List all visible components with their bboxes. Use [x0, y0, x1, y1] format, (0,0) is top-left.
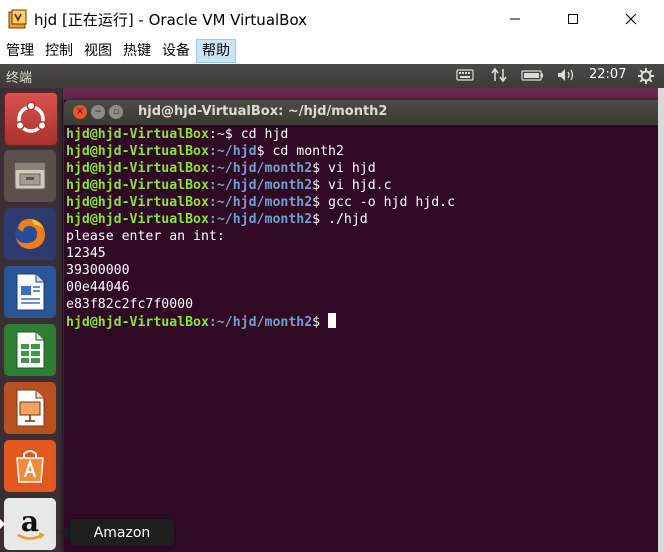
panel-app-title: 终端: [6, 71, 33, 86]
firefox-icon[interactable]: [4, 208, 56, 260]
libreoffice-calc-icon[interactable]: [4, 324, 56, 376]
files-icon[interactable]: [4, 150, 56, 202]
terminal-line: hjd@hjd-VirtualBox:~/hjd/month2$ gcc -o …: [66, 194, 660, 211]
prompt-path: :~/hjd: [208, 144, 257, 159]
prompt-path: :~/hjd/month2: [208, 212, 313, 227]
terminal-line: hjd@hjd-VirtualBox:~/hjd/month2$ vi hjd.…: [66, 177, 660, 194]
terminal-line: hjd@hjd-VirtualBox:~/hjd/month2$ vi hjd: [66, 160, 660, 177]
volume-icon[interactable]: [556, 67, 578, 85]
command-text: $ vi hjd.c: [312, 178, 392, 193]
prompt-user: hjd@hjd-VirtualBox: [66, 161, 209, 176]
svg-text:a: a: [21, 505, 39, 538]
minimize-icon: [510, 18, 520, 20]
libreoffice-impress-icon[interactable]: [4, 382, 56, 434]
ubuntu-top-panel: 终端 22:07: [0, 64, 664, 88]
prompt-user: hjd@hjd-VirtualBox: [66, 195, 209, 210]
command-text: $ ./hjd: [312, 212, 368, 227]
terminal-line: hjd@hjd-VirtualBox:~/hjd/month2$ ./hjd: [66, 211, 660, 228]
menu-hotkey[interactable]: 热键: [118, 39, 156, 63]
prompt-user: hjd@hjd-VirtualBox: [66, 127, 209, 142]
terminal-title: hjd@hjd-VirtualBox: ~/hjd/month2: [138, 104, 388, 119]
unity-launcher: a: [0, 88, 63, 552]
clock[interactable]: 22:07: [589, 67, 626, 85]
output-line: 39300000: [66, 263, 130, 278]
output-line: please enter an int:: [66, 229, 225, 244]
close-button[interactable]: [608, 0, 654, 38]
window-edge: [658, 88, 664, 552]
terminal-minimize-button[interactable]: −: [91, 105, 105, 119]
maximize-icon: ▫: [112, 106, 120, 117]
command-text: $ cd hjd: [224, 127, 289, 142]
ubuntu-dash-icon[interactable]: [4, 92, 58, 146]
menu-devices[interactable]: 设备: [157, 39, 195, 63]
output-line: 00e44046: [66, 280, 130, 295]
terminal-window[interactable]: ✕ − ▫ hjd@hjd-VirtualBox: ~/hjd/month2 h…: [64, 100, 662, 552]
output-line: 12345: [66, 246, 106, 261]
terminal-line: hjd@hjd-VirtualBox:~/hjd/month2$: [66, 313, 660, 330]
minimize-button[interactable]: [492, 0, 538, 38]
terminal-close-button[interactable]: ✕: [73, 105, 87, 119]
command-text: $ gcc -o hjd hjd.c: [312, 195, 456, 210]
prompt-path: :~/hjd/month2: [208, 195, 313, 210]
prompt-colon: :~: [208, 127, 225, 142]
window-title: hjd [正在运行] - Oracle VM VirtualBox: [34, 11, 308, 29]
libreoffice-writer-icon[interactable]: [4, 266, 56, 318]
prompt-user: hjd@hjd-VirtualBox: [66, 315, 209, 330]
tooltip-arrow: [60, 526, 70, 540]
prompt-user: hjd@hjd-VirtualBox: [66, 178, 209, 193]
close-icon: ✕: [76, 106, 84, 117]
minimize-icon: −: [94, 106, 102, 117]
terminal-line: hjd@hjd-VirtualBox:~/hjd$ cd month2: [66, 143, 660, 160]
prompt-path: :~/hjd/month2: [208, 161, 313, 176]
menu-manage[interactable]: 管理: [1, 39, 39, 63]
terminal-title-bar[interactable]: ✕ − ▫ hjd@hjd-VirtualBox: ~/hjd/month2: [64, 100, 662, 125]
maximize-icon: [568, 14, 578, 24]
menu-bar: 管理 控制 视图 热键 设备 帮助: [0, 38, 664, 64]
terminal-content[interactable]: hjd@hjd-VirtualBox:~$ cd hjd hjd@hjd-Vir…: [66, 126, 660, 330]
terminal-maximize-button[interactable]: ▫: [109, 105, 123, 119]
command-text: $: [312, 315, 329, 330]
close-icon: [625, 13, 637, 25]
gear-icon[interactable]: [637, 67, 655, 85]
terminal-line: hjd@hjd-VirtualBox:~$ cd hjd: [66, 126, 660, 143]
ubuntu-software-icon[interactable]: [4, 440, 56, 492]
prompt-path: :~/hjd/month2: [208, 178, 313, 193]
text-cursor: [328, 313, 337, 328]
prompt-user: hjd@hjd-VirtualBox: [66, 212, 209, 227]
output-line: e83f82c2fc7f0000: [66, 297, 194, 312]
prompt-path: :~/hjd/month2: [208, 315, 313, 330]
command-text: $ vi hjd: [312, 161, 376, 176]
virtualbox-app-icon: [7, 8, 29, 30]
prompt-user: hjd@hjd-VirtualBox: [66, 144, 209, 159]
launcher-focus-indicator: [0, 519, 5, 529]
menu-control[interactable]: 控制: [40, 39, 78, 63]
menu-help[interactable]: 帮助: [196, 39, 236, 63]
menu-view[interactable]: 视图: [79, 39, 117, 63]
battery-icon[interactable]: [521, 67, 545, 85]
keyboard-icon[interactable]: [456, 67, 474, 85]
amazon-icon[interactable]: a: [4, 498, 56, 550]
window-title-bar[interactable]: hjd [正在运行] - Oracle VM VirtualBox: [0, 0, 664, 38]
command-text: $ cd month2: [256, 144, 344, 159]
launcher-tooltip: Amazon: [70, 519, 174, 546]
maximize-button[interactable]: [550, 0, 596, 38]
network-icon[interactable]: [490, 67, 508, 85]
